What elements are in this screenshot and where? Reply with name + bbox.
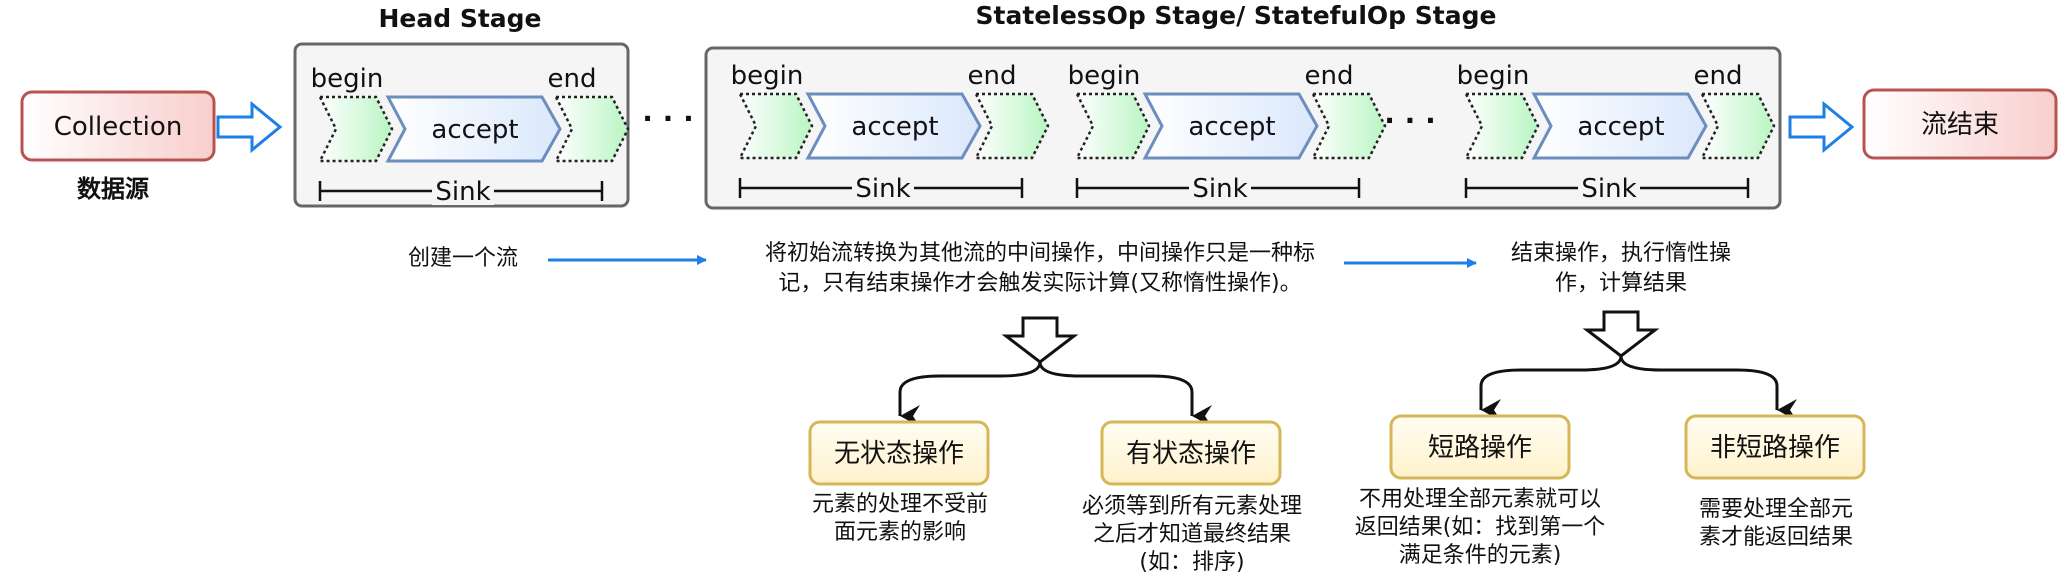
short-circuit-desc-line1: 不用处理全部元素就可以 (1359, 487, 1601, 512)
hollow-arrow-in (216, 100, 283, 154)
stateful-op-label: 有状态操作 (1126, 439, 1256, 469)
stateless-desc-line1: 元素的处理不受前 (812, 492, 988, 517)
short-circuit-desc-line3: 满足条件的元素) (1399, 543, 1562, 568)
stateless-op-node: 无状态操作 (808, 420, 990, 486)
terminal-text-line2: 作，计算结果 (1555, 271, 1687, 296)
short-circuit-op-node: 短路操作 (1389, 414, 1571, 480)
accept-label: accept (851, 112, 938, 142)
create-stream-text: 创建一个流 (408, 246, 518, 271)
intermediate-branch (898, 316, 1212, 427)
non-short-circuit-desc-line2: 素才能返回结果 (1699, 525, 1853, 550)
end-label: end (1305, 61, 1354, 91)
stateful-desc-line1: 必须等到所有元素处理 (1082, 494, 1302, 519)
sink-label: Sink (1192, 174, 1247, 204)
stateful-desc-line2: 之后才知道最终结果 (1093, 522, 1291, 547)
stream-end-node: 流结束 (1862, 88, 2058, 160)
sink-label: Sink (855, 174, 910, 204)
begin-label: begin (1068, 61, 1141, 91)
head-stage-title: Head Stage (378, 4, 541, 33)
collection-node: Collection (20, 90, 216, 162)
stateful-op-node: 有状态操作 (1100, 420, 1282, 486)
intermediate-text-line1: 将初始流转换为其他流的中间操作，中间操作只是一种标 (765, 241, 1315, 266)
intermediate-text-line2: 记，只有结束操作才会触发实际计算(又称惰性操作)。 (778, 271, 1301, 296)
accept-label: accept (1577, 112, 1664, 142)
op-stage-title: StatelessOp Stage/ StatefulOp Stage (976, 1, 1497, 30)
sink-label: Sink (435, 177, 490, 207)
begin-label: begin (1457, 61, 1530, 91)
sink-label: Sink (1581, 174, 1636, 204)
stateless-desc-line2: 面元素的影响 (834, 520, 966, 545)
end-label: end (1694, 61, 1743, 91)
short-circuit-op-label: 短路操作 (1428, 433, 1532, 463)
ellipsis-between-sinks: · · · (1384, 104, 1435, 137)
non-short-circuit-desc-line1: 需要处理全部元 (1699, 497, 1853, 522)
accept-label: accept (431, 115, 518, 145)
stream-end-label: 流结束 (1921, 110, 1999, 140)
source-caption: 数据源 (77, 175, 149, 203)
ellipsis-between-stages: · · · (642, 102, 693, 135)
accept-label: accept (1188, 112, 1275, 142)
non-short-circuit-op-node: 非短路操作 (1684, 414, 1866, 480)
short-circuit-desc-line2: 返回结果(如：找到第一个 (1355, 515, 1606, 540)
stateful-desc-line3: (如：排序) (1139, 550, 1244, 575)
collection-label: Collection (54, 112, 183, 142)
terminal-text-line1: 结束操作，执行惰性操 (1511, 241, 1731, 266)
hollow-arrow-out (1788, 100, 1855, 154)
stateless-op-label: 无状态操作 (834, 439, 964, 469)
end-label: end (968, 61, 1017, 91)
begin-label: begin (311, 64, 384, 94)
end-label: end (548, 64, 597, 94)
stream-pipeline-diagram: Collection 数据源 流结束 Head Stage StatelessO… (20, 1, 2058, 575)
terminal-branch (1479, 310, 1797, 421)
non-short-circuit-op-label: 非短路操作 (1710, 433, 1840, 463)
begin-label: begin (731, 61, 804, 91)
